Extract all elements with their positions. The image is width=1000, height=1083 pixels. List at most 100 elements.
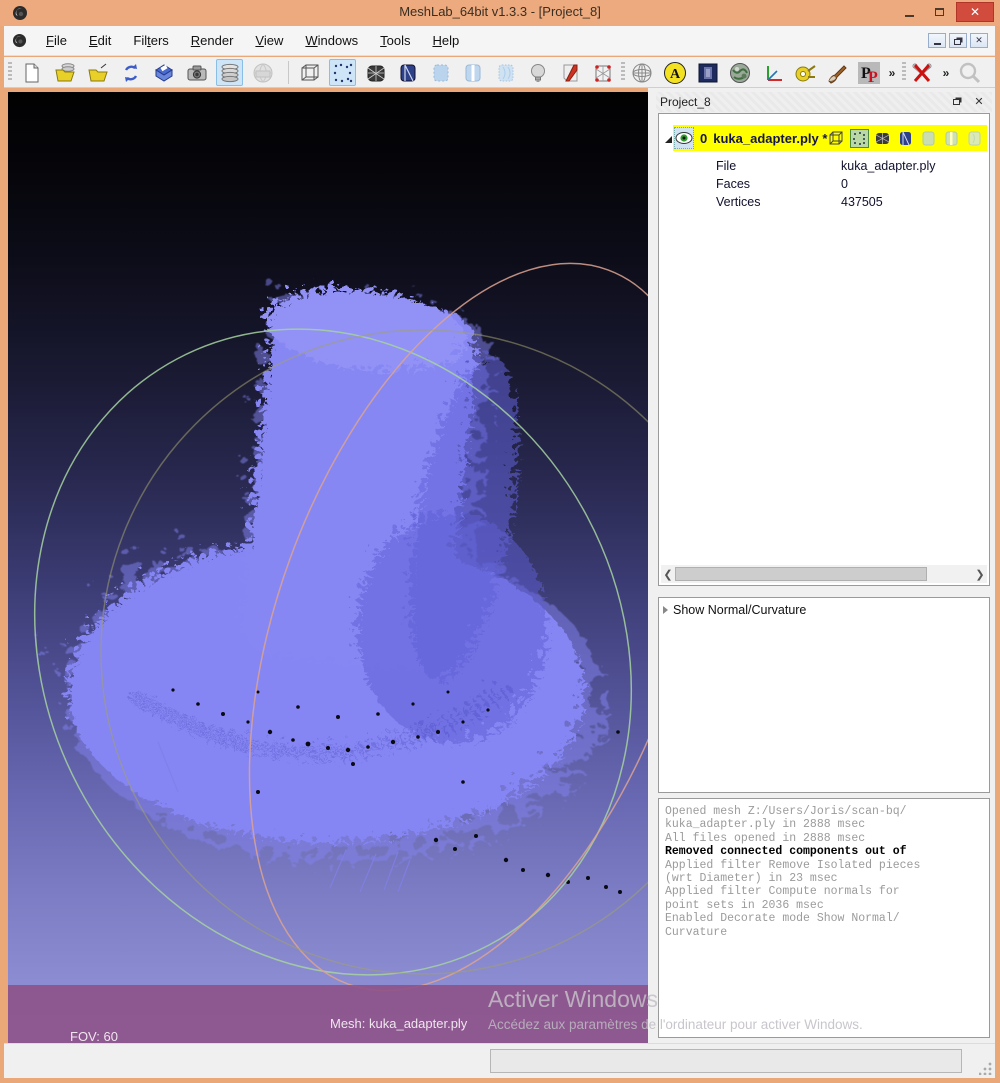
texture-view-button[interactable]: [694, 59, 721, 86]
render-selected-vertices-button[interactable]: [589, 59, 616, 86]
points-icon: [853, 131, 866, 145]
layer-flat-toggle[interactable]: [919, 129, 938, 148]
dock-float-button[interactable]: [950, 94, 964, 108]
reload-button[interactable]: [117, 59, 144, 86]
mdi-restore-button[interactable]: [949, 33, 967, 48]
open-project-button[interactable]: [51, 59, 78, 86]
layer-wireframe-toggle[interactable]: [873, 129, 892, 148]
log-line: Enabled Decorate mode Show Normal/: [665, 912, 900, 926]
globe-wire-icon: [632, 63, 651, 82]
reload-arrows-icon: [124, 63, 137, 82]
close-button[interactable]: ✕: [956, 2, 994, 22]
scroll-right-arrow[interactable]: ❯: [973, 568, 987, 581]
render-lighting-button[interactable]: [524, 59, 551, 86]
new-project-button[interactable]: [18, 59, 45, 86]
render-smooth-button[interactable]: [492, 59, 519, 86]
red-ribbon-icon: [563, 64, 577, 81]
pp-plugin-button[interactable]: PP: [855, 59, 882, 86]
mottled-sphere-icon: [729, 62, 750, 83]
open-folder-layers-icon: [54, 62, 75, 81]
show-axis-button[interactable]: [759, 59, 786, 86]
viewport-3d[interactable]: FOV: 60 FPS: 37.7 Mesh: kuka_adapter.ply…: [8, 92, 648, 1043]
render-bbox-button[interactable]: [296, 59, 323, 86]
menu-windows[interactable]: Windows: [294, 29, 369, 52]
menu-tools[interactable]: Tools: [369, 29, 421, 52]
layer-smooth-toggle[interactable]: [965, 129, 984, 148]
toolbar-grip[interactable]: [8, 62, 12, 82]
title-bar: MeshLab_64bit v1.3.3 - [Project_8] ✕: [0, 0, 1000, 26]
light-bulb-icon: [530, 63, 545, 82]
project-dock-title: Project_8: [660, 95, 711, 109]
mdi-child-icon[interactable]: [12, 33, 27, 48]
log-line: Removed connected components out of: [665, 845, 907, 859]
status-bar: [4, 1043, 996, 1078]
toolbar-grip[interactable]: [902, 62, 906, 82]
log-panel[interactable]: Opened mesh Z:/Users/Joris/scan-bq/ kuka…: [658, 798, 990, 1038]
log-line: (wrt Diameter) in 23 msec: [665, 872, 838, 886]
mdi-close-button[interactable]: ✕: [970, 33, 988, 48]
render-hidden-lines-button[interactable]: [394, 59, 421, 86]
menu-help[interactable]: Help: [421, 29, 470, 52]
save-button[interactable]: [150, 59, 177, 86]
toolbar-grip[interactable]: [621, 62, 625, 82]
letter-a-badge-button[interactable]: A: [661, 59, 688, 86]
axes-icon: [766, 65, 782, 81]
window-title: MeshLab_64bit v1.3.3 - [Project_8]: [399, 4, 601, 19]
log-line: Curvature: [665, 925, 728, 939]
menu-render[interactable]: Render: [180, 29, 245, 52]
render-points-button[interactable]: [329, 59, 356, 86]
wireframe-cylinder-icon: [876, 132, 890, 144]
texture-thumbnail-icon: [698, 63, 717, 82]
render-flat-button[interactable]: [427, 59, 454, 86]
show-trackball-button[interactable]: [628, 59, 655, 86]
toolbar-overflow-button[interactable]: »: [884, 59, 900, 86]
maximize-button[interactable]: [926, 2, 952, 22]
layer-visibility-toggle[interactable]: [674, 127, 694, 149]
import-mesh-button[interactable]: [84, 59, 111, 86]
layers-stack-icon: [221, 63, 238, 82]
menu-file[interactable]: File: [35, 29, 78, 52]
snapshot-button[interactable]: [183, 59, 210, 86]
layer-row-selected[interactable]: 0 kuka_adapter.ply *: [673, 125, 987, 151]
red-x-tools-icon: [912, 63, 931, 82]
field-label-faces: Faces: [716, 177, 751, 191]
resize-grip[interactable]: [979, 1062, 992, 1075]
layers-hscrollbar[interactable]: ❮ ❯: [661, 565, 987, 583]
show-layer-dialog-button[interactable]: [216, 59, 243, 86]
wire-cube-icon: [829, 131, 843, 144]
measure-tape-button[interactable]: [791, 59, 818, 86]
toolbar-overflow-button-2[interactable]: »: [938, 59, 954, 86]
search-button[interactable]: [956, 59, 983, 86]
project-dock-titlebar[interactable]: Project_8 ✕: [656, 92, 992, 112]
layer-points-toggle[interactable]: [850, 128, 870, 148]
decorator-title[interactable]: Show Normal/Curvature: [673, 603, 806, 617]
menu-edit[interactable]: Edit: [78, 29, 122, 52]
scroll-thumb[interactable]: [675, 567, 927, 581]
paint-brush-button[interactable]: [823, 59, 850, 86]
layer-hidden-lines-toggle[interactable]: [896, 129, 915, 148]
render-flat-lines-button[interactable]: [459, 59, 486, 86]
points-icon: [333, 63, 352, 82]
layer-bbox-toggle[interactable]: [827, 129, 846, 148]
edit-delete-button[interactable]: [908, 59, 935, 86]
toolbar: A PP » »: [4, 57, 996, 88]
render-wireframe-button[interactable]: [362, 59, 389, 86]
progress-area: [490, 1049, 962, 1073]
layer-flat-lines-toggle[interactable]: [942, 129, 961, 148]
open-folder-arrow-icon: [87, 63, 108, 81]
menu-view[interactable]: View: [244, 29, 294, 52]
scroll-left-arrow[interactable]: ❮: [661, 568, 675, 581]
menu-filters[interactable]: Filters: [122, 29, 179, 52]
minimize-button[interactable]: [896, 2, 922, 22]
show-web-result-button[interactable]: [249, 59, 276, 86]
mdi-minimize-button[interactable]: [928, 33, 946, 48]
collapsed-arrow-icon[interactable]: [663, 606, 668, 614]
log-line: kuka_adapter.ply in 2888 msec: [665, 818, 866, 832]
window-border-bottom: [0, 1078, 1000, 1083]
log-line: point sets in 2036 msec: [665, 898, 824, 912]
shader-view-button[interactable]: [726, 59, 753, 86]
dock-close-button[interactable]: ✕: [972, 94, 986, 108]
layer-expander-icon[interactable]: [665, 135, 672, 143]
render-backface-button[interactable]: [556, 59, 583, 86]
log-line: Applied filter Compute normals for: [665, 885, 900, 899]
